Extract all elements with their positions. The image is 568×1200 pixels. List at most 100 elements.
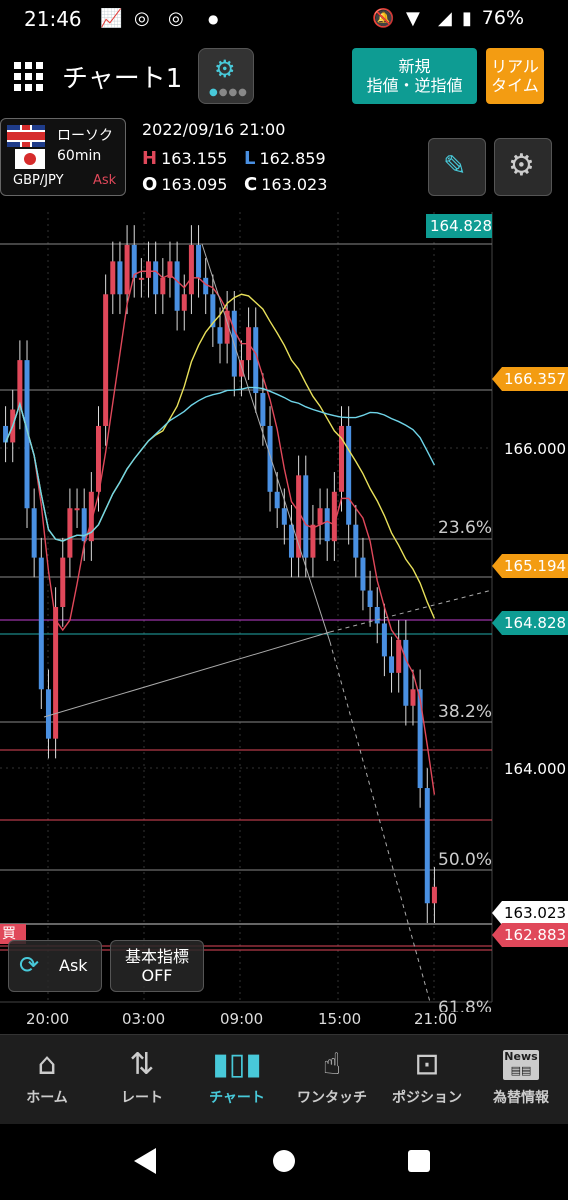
bottom-nav: ⌂ ホーム ⇅ レート ▮▯▮ チャート ☝ ワンタッチ ⊡ ポジション New…	[0, 1034, 568, 1124]
chart-canvas[interactable]	[0, 212, 568, 1034]
x-axis-label: 15:00	[318, 1010, 362, 1028]
candle-body	[374, 607, 380, 624]
candle-body	[110, 261, 116, 295]
instagram-icon: ◎	[134, 8, 150, 29]
gear-icon: ⚙	[508, 148, 535, 183]
updown-arrows-icon: ⇅	[129, 1047, 155, 1082]
channel-line-extension	[329, 589, 493, 633]
candle-body	[188, 244, 194, 295]
y-axis-label: 164.000	[504, 760, 567, 778]
signal-icon: ◢	[438, 8, 452, 29]
trend-line	[201, 243, 331, 643]
uk-flag-icon	[7, 125, 45, 147]
channel-line	[43, 631, 331, 718]
candle-body	[38, 557, 44, 690]
candle-body	[281, 508, 287, 525]
page-title: チャート1	[62, 64, 183, 94]
new-order-button[interactable]: 新規 指値・逆指値	[352, 48, 477, 104]
candle-body	[267, 425, 273, 492]
status-time: 21:46	[24, 7, 82, 31]
candle-body	[196, 244, 202, 278]
candle-body	[403, 639, 409, 706]
status-bar: 21:46 📈 ◎ ◎ ● 🔕 ▼ ◢ ▮ 76%	[0, 0, 568, 40]
candle-body	[203, 277, 209, 295]
nav-news[interactable]: News ▤▤ 為替情報	[474, 1035, 568, 1125]
candle-datetime: 2022/09/16 21:00	[142, 120, 286, 139]
candle-body	[45, 689, 51, 739]
chart-settings-button[interactable]: ⚙ ●●●●	[198, 48, 254, 104]
price-tag-teal: 164.828	[492, 611, 568, 635]
y-axis-area	[492, 212, 568, 1002]
chart-config-button[interactable]: ⚙	[494, 138, 552, 196]
timeframe-label: 60min	[57, 148, 102, 164]
candle-body	[346, 425, 352, 525]
close-value: C 163.023	[244, 174, 328, 195]
nav-home[interactable]: ⌂ ホーム	[0, 1035, 94, 1125]
page-dots-icon: ●●●●	[209, 87, 248, 98]
price-chart[interactable]: 164.828 166.357 165.194 164.828 163.023 …	[0, 212, 568, 1034]
realtime-button[interactable]: リアル タイム	[486, 48, 544, 104]
candle-body	[424, 788, 430, 904]
nav-label: チャート	[209, 1090, 265, 1106]
pair-selector[interactable]: ローソク 60min GBP/JPY Ask	[0, 118, 126, 196]
menu-grid-icon[interactable]	[14, 62, 44, 92]
back-icon[interactable]	[134, 1148, 156, 1174]
nav-rate[interactable]: ⇅ レート	[95, 1035, 189, 1125]
japan-flag-icon	[15, 149, 45, 169]
candle-body	[317, 508, 323, 525]
indicator-toggle-button[interactable]: 基本指標 OFF	[110, 940, 204, 992]
nav-chart[interactable]: ▮▯▮ チャート	[190, 1035, 284, 1125]
candle-body	[260, 393, 266, 426]
dot-icon: ●	[208, 12, 219, 26]
x-axis-label: 03:00	[122, 1010, 166, 1028]
nav-one-touch[interactable]: ☝ ワンタッチ	[285, 1035, 379, 1125]
news-icon: News ▤▤	[474, 1047, 568, 1087]
price-tag-orange-upper: 166.357	[492, 367, 568, 391]
candle-body	[324, 508, 330, 542]
price-tag-top: 164.828	[426, 214, 492, 238]
candle-body	[131, 244, 137, 278]
candle-body	[67, 508, 73, 558]
candle-body	[146, 261, 152, 278]
candle-body	[103, 294, 109, 426]
side-label: Ask	[93, 173, 117, 188]
candle-body	[431, 886, 437, 904]
instagram-icon: ◎	[168, 8, 184, 29]
pair-label: GBP/JPY	[13, 173, 64, 188]
price-tag-orange-lower: 165.194	[492, 554, 568, 578]
candle-body	[60, 557, 66, 607]
nav-position[interactable]: ⊡ ポジション	[380, 1035, 474, 1125]
fib-label: 38.2%	[438, 702, 493, 722]
candle-body	[288, 524, 294, 558]
candle-body	[367, 590, 373, 607]
candle-body	[410, 689, 416, 706]
nav-label: ホーム	[26, 1090, 68, 1106]
x-axis-label: 09:00	[220, 1010, 264, 1028]
candlestick-icon: ▮▯▮	[212, 1047, 262, 1082]
price-tag-current: 163.023	[492, 901, 568, 925]
app-header: チャート1 ⚙ ●●●● 新規 指値・逆指値 リアル タイム	[0, 40, 568, 112]
candle-body	[217, 327, 223, 344]
candle-body	[353, 524, 359, 558]
price-tag-ask: 162.883	[492, 923, 568, 947]
candle-body	[310, 524, 316, 558]
candle-body	[181, 294, 187, 311]
wifi-icon: ▼	[406, 8, 420, 29]
candle-body	[389, 656, 395, 673]
x-axis-label: 20:00	[26, 1010, 70, 1028]
fib-label: 23.6%	[438, 518, 493, 538]
home-circle-icon[interactable]	[273, 1150, 295, 1172]
candle-body	[138, 277, 144, 280]
fib-label: 50.0%	[438, 850, 493, 870]
candle-body	[381, 623, 387, 657]
instrument-info: ローソク 60min GBP/JPY Ask 2022/09/16 21:00 …	[0, 112, 568, 212]
system-nav-bar	[0, 1124, 568, 1200]
chart-type-label: ローソク	[57, 128, 113, 144]
home-icon: ⌂	[37, 1047, 57, 1082]
ask-toggle-button[interactable]: ⟳ Ask	[8, 940, 102, 992]
nav-label: 為替情報	[493, 1090, 549, 1106]
candle-body	[360, 557, 366, 591]
draw-tool-button[interactable]: ✎	[428, 138, 486, 196]
recent-apps-icon[interactable]	[408, 1150, 430, 1172]
candle-body	[117, 261, 123, 295]
